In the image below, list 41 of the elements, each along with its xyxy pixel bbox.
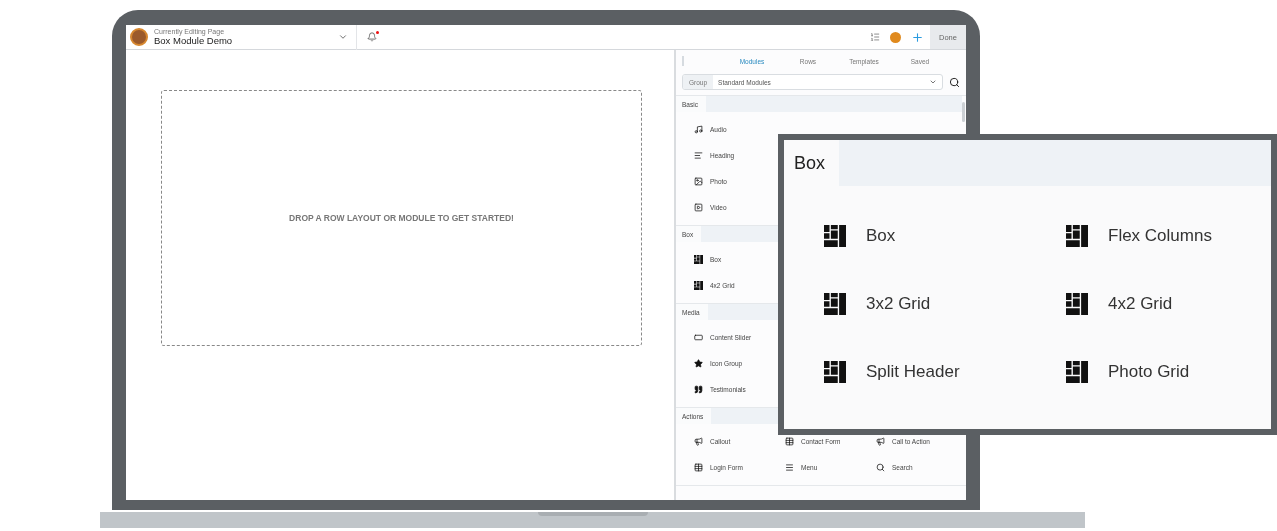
quote-icon	[694, 384, 703, 394]
coin-icon[interactable]	[890, 31, 901, 43]
play-icon	[694, 202, 703, 212]
plus-icon[interactable]	[911, 30, 924, 44]
scrollbar[interactable]	[962, 102, 965, 122]
grid-layout-icon	[824, 225, 846, 247]
section-title: Box	[784, 140, 840, 186]
table-icon	[785, 436, 794, 446]
module-item[interactable]: Box	[866, 226, 896, 246]
page-title: Box Module Demo	[154, 35, 234, 46]
megaphone-icon	[694, 436, 703, 446]
bell-icon[interactable]	[367, 32, 377, 42]
music-note-icon	[694, 124, 703, 134]
chevron-down-icon[interactable]	[929, 78, 937, 86]
module-item[interactable]: Flex Columns	[1108, 226, 1212, 246]
grid-layout-icon	[694, 254, 703, 264]
module-item[interactable]: Photo Grid	[1108, 362, 1190, 382]
grid-layout-icon	[694, 280, 703, 290]
text-lines-icon	[694, 150, 703, 160]
star-icon	[694, 358, 703, 368]
menu-icon	[785, 462, 794, 472]
search-icon	[876, 462, 885, 472]
grid-layout-icon	[1066, 361, 1088, 383]
megaphone-icon	[876, 436, 885, 446]
drag-handle[interactable]	[682, 56, 684, 66]
list-icon[interactable]	[870, 32, 880, 42]
module-item[interactable]: 3x2 Grid	[866, 294, 931, 314]
image-icon	[694, 176, 703, 186]
grid-layout-icon	[824, 361, 846, 383]
mascot-icon	[130, 28, 148, 46]
grid-layout-icon	[1066, 225, 1088, 247]
drop-zone[interactable]: DROP A ROW LAYOUT OR MODULE TO GET STARTED!	[161, 90, 642, 346]
search-icon[interactable]	[949, 76, 960, 88]
module-item[interactable]: Split Header	[866, 362, 960, 382]
chevron-down-icon[interactable]	[338, 32, 348, 42]
slider-icon	[694, 332, 703, 342]
grid-layout-icon	[1066, 293, 1088, 315]
module-item[interactable]: 4x2 Grid	[1108, 294, 1173, 314]
table-icon	[694, 462, 703, 472]
drop-message: DROP A ROW LAYOUT OR MODULE TO GET STARTED!	[289, 213, 514, 223]
grid-layout-icon	[824, 293, 846, 315]
